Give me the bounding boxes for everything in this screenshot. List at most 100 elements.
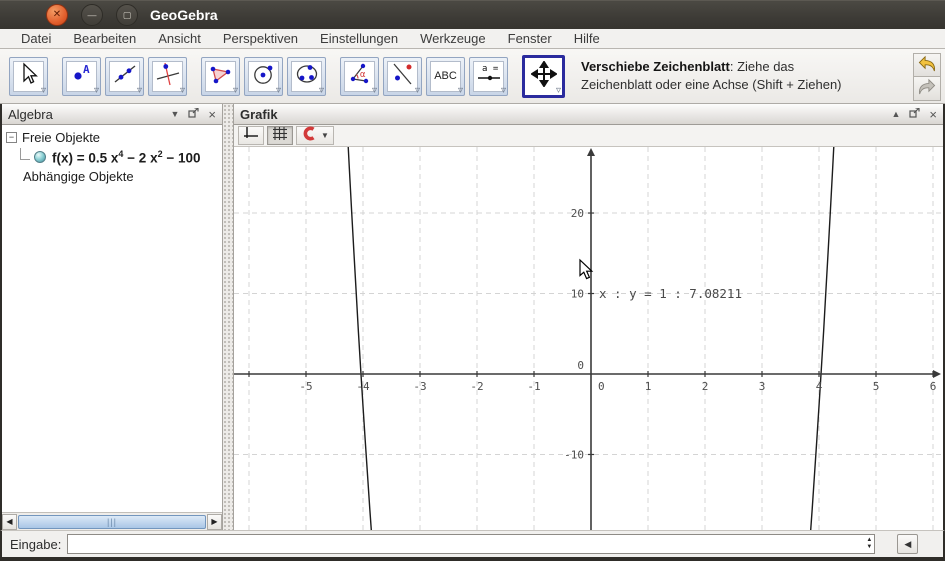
tool-dropdown-icon[interactable]: ▿	[372, 85, 377, 96]
x-tick-label: 2	[702, 380, 709, 393]
x-tick-label: -3	[413, 380, 426, 393]
tool-dropdown-icon[interactable]: ▿	[458, 85, 463, 96]
tool-dropdown-icon[interactable]: ▿	[556, 85, 561, 96]
slider-tool-button[interactable]: a = 2 ▿	[469, 56, 509, 96]
graphics-panel-header[interactable]: Grafik ▲ ×	[234, 104, 943, 125]
graphics-undock-icon[interactable]	[909, 105, 921, 123]
undo-button[interactable]	[913, 53, 941, 77]
close-window-button[interactable]: ✕	[46, 4, 68, 26]
tool-dropdown-icon[interactable]: ▿	[233, 85, 238, 96]
show-grid-button[interactable]	[267, 126, 293, 145]
x-tick-label: 4	[816, 380, 823, 393]
main-area: Algebra ▼ × − Freie Objekte f(x) = 0.5 x…	[0, 104, 945, 530]
menu-einstellungen[interactable]: Einstellungen	[309, 31, 409, 46]
input-help-toggle-button[interactable]: ◀	[897, 534, 919, 554]
axes-icon	[243, 126, 259, 146]
y-tick-label: 20	[571, 207, 584, 220]
tool-dropdown-icon[interactable]: ▿	[94, 85, 99, 96]
text-tool-icon: ABC	[434, 70, 457, 82]
x-zero-label: 0	[598, 380, 605, 393]
panel-splitter[interactable]	[223, 104, 234, 530]
algebra-panel-header[interactable]: Algebra ▼ ×	[2, 104, 222, 125]
menu-perspektiven[interactable]: Perspektiven	[212, 31, 309, 46]
dependent-objects-label: Abhängige Objekte	[23, 169, 134, 184]
point-tool-button[interactable]: A ▿	[62, 56, 101, 96]
show-axes-button[interactable]	[238, 126, 264, 145]
menu-datei[interactable]: Datei	[10, 31, 62, 46]
function-definition: f(x) = 0.5 x4 − 2 x2 − 100	[52, 148, 201, 166]
minimize-window-button[interactable]: —	[81, 4, 103, 26]
graph-canvas[interactable]: -5 -4 -3 -2 -1 1 2 3 4 5 6 0 20 10 -10 0 x : y = 1 : 7.0…	[234, 147, 942, 530]
axis-ratio-text: x : y = 1 : 7.08211	[599, 286, 742, 301]
redo-button[interactable]	[913, 77, 941, 101]
svg-text:a = 2: a = 2	[482, 64, 502, 74]
special-line-tool-button[interactable]: ▿	[148, 56, 187, 96]
undo-icon	[917, 54, 937, 77]
menu-bearbeiten[interactable]: Bearbeiten	[62, 31, 147, 46]
menu-ansicht[interactable]: Ansicht	[147, 31, 212, 46]
move-graphics-view-tool-button[interactable]: ▿	[522, 54, 565, 98]
y-zero-label: 0	[577, 359, 584, 372]
graphics-view[interactable]: -5 -4 -3 -2 -1 1 2 3 4 5 6 0 20 10 -10 0 x : y = 1 : 7.0…	[234, 147, 943, 530]
menu-hilfe[interactable]: Hilfe	[563, 31, 611, 46]
graphics-close-icon[interactable]: ×	[929, 108, 937, 121]
tool-dropdown-icon[interactable]: ▿	[41, 85, 46, 96]
tool-dropdown-icon[interactable]: ▿	[415, 85, 420, 96]
algebra-close-icon[interactable]: ×	[208, 108, 216, 121]
slider-tool-icon: a = 2	[476, 62, 509, 91]
scrollbar-thumb[interactable]: |||	[18, 514, 206, 529]
conic-tool-button[interactable]: ▿	[287, 56, 326, 96]
x-axis-arrow	[933, 370, 941, 378]
perpendicular-line-tool-icon	[156, 62, 180, 91]
free-objects-node[interactable]: − Freie Objekte	[6, 130, 218, 145]
angle-tool-button[interactable]: α ▿	[340, 56, 379, 96]
circle-tool-button[interactable]: ▿	[244, 56, 283, 96]
menu-werkzeuge[interactable]: Werkzeuge	[409, 31, 497, 46]
tree-branch-line	[20, 148, 30, 160]
dependent-objects-node[interactable]: Abhängige Objekte	[6, 169, 218, 184]
title-bar[interactable]: ✕ — ▢ GeoGebra	[0, 0, 945, 29]
function-list-item[interactable]: f(x) = 0.5 x4 − 2 x2 − 100	[6, 148, 218, 166]
svg-text:α: α	[360, 70, 366, 80]
x-tick-label: -1	[527, 380, 540, 393]
input-bar: Eingabe: ▲ ▼ ◀	[0, 530, 945, 557]
move-tool-button[interactable]: ▿	[9, 56, 48, 96]
algebra-tree: − Freie Objekte f(x) = 0.5 x4 − 2 x2 − 1…	[2, 125, 222, 512]
tool-dropdown-icon[interactable]: ▿	[137, 85, 142, 96]
collapse-icon[interactable]: −	[6, 132, 17, 143]
input-history-spinner[interactable]: ▲ ▼	[866, 534, 872, 554]
ellipse-tool-icon	[295, 62, 319, 91]
algebra-input-field[interactable]	[67, 534, 876, 554]
algebra-stylebar-toggle-icon[interactable]: ▼	[170, 109, 179, 119]
move-canvas-icon	[529, 59, 558, 92]
window-title: GeoGebra	[150, 7, 218, 23]
menu-fenster[interactable]: Fenster	[497, 31, 563, 46]
maximize-window-button[interactable]: ▢	[116, 4, 138, 26]
line-tool-button[interactable]: ▿	[105, 56, 144, 96]
dropdown-arrow-icon[interactable]: ▼	[321, 131, 329, 140]
input-label: Eingabe:	[10, 536, 62, 552]
x-tick-label: -2	[470, 380, 483, 393]
tool-dropdown-icon[interactable]: ▿	[276, 85, 281, 96]
algebra-undock-icon[interactable]	[188, 105, 200, 123]
mirror-tool-icon	[391, 62, 415, 91]
tool-dropdown-icon[interactable]: ▿	[180, 85, 185, 96]
spinner-up-icon[interactable]: ▲	[866, 537, 872, 544]
x-tick-label: -5	[299, 380, 312, 393]
polygon-tool-icon	[209, 62, 233, 91]
polygon-tool-button[interactable]: ▿	[201, 56, 240, 96]
grid-icon	[272, 126, 288, 146]
tool-dropdown-icon[interactable]: ▿	[319, 85, 324, 96]
algebra-horizontal-scrollbar[interactable]: ◀ ||| ▶	[2, 512, 222, 530]
mouse-cursor-icon	[579, 258, 594, 280]
point-capturing-button[interactable]: ▼	[296, 126, 334, 145]
spinner-down-icon[interactable]: ▼	[866, 544, 872, 551]
tool-dropdown-icon[interactable]: ▿	[501, 85, 506, 96]
scroll-left-arrow-icon[interactable]: ◀	[2, 513, 17, 530]
graphics-stylebar-toggle-icon[interactable]: ▲	[891, 109, 900, 119]
text-tool-button[interactable]: ABC ▿	[426, 56, 465, 96]
transform-tool-button[interactable]: ▿	[383, 56, 422, 96]
scroll-right-arrow-icon[interactable]: ▶	[207, 513, 222, 530]
object-visibility-marble-icon[interactable]	[34, 151, 46, 163]
cursor-arrow-icon	[17, 61, 41, 91]
